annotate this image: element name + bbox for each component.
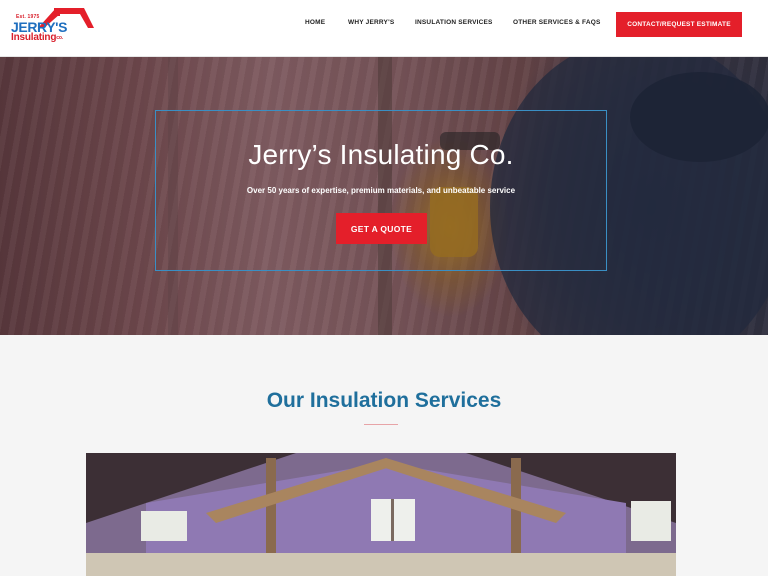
logo-subname: Insulatingco. <box>11 33 63 43</box>
contact-request-estimate-button[interactable]: CONTACT/REQUEST ESTIMATE <box>616 12 742 37</box>
hero-title: Jerry’s Insulating Co. <box>248 139 514 170</box>
site-header: Est. 1975 JERRY'S Insulatingco. HOME WHY… <box>0 0 768 57</box>
nav-why-jerrys[interactable]: WHY JERRY'S <box>348 19 394 26</box>
hero-section: Jerry’s Insulating Co. Over 50 years of … <box>0 57 768 335</box>
title-divider <box>364 424 398 425</box>
hero-frame: Jerry’s Insulating Co. Over 50 years of … <box>155 110 607 271</box>
logo-suffix: co. <box>56 35 63 41</box>
attic-scene <box>86 453 676 576</box>
logo-subname-text: Insulating <box>11 32 57 43</box>
nav-other-services-faqs[interactable]: OTHER SERVICES & FAQS <box>513 19 601 26</box>
nav-home[interactable]: HOME <box>305 19 325 26</box>
attic-insulation-image <box>86 453 676 576</box>
logo[interactable]: Est. 1975 JERRY'S Insulatingco. <box>8 4 94 46</box>
section-title: Our Insulation Services <box>266 389 502 412</box>
get-a-quote-button[interactable]: GET A QUOTE <box>336 213 427 244</box>
hero-subtitle: Over 50 years of expertise, premium mate… <box>246 186 516 195</box>
nav-insulation-services[interactable]: INSULATION SERVICES <box>415 19 493 26</box>
